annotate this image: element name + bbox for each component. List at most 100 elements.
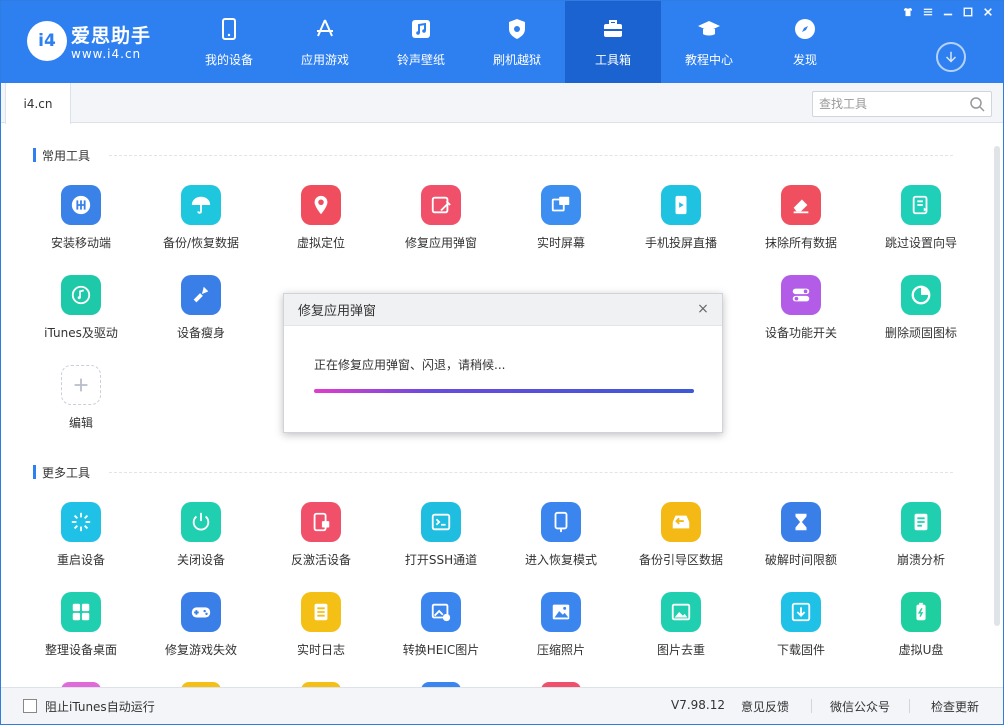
- nav-apps[interactable]: 应用游戏: [277, 1, 373, 83]
- nav-toolbox[interactable]: 工具箱: [565, 1, 661, 83]
- tool-fix-game[interactable]: 修复游戏失效: [141, 592, 261, 658]
- tool-feature-toggles[interactable]: 设备功能开关: [741, 275, 861, 341]
- tool-virtual-location[interactable]: 虚拟定位: [261, 185, 381, 251]
- nav-label: 教程中心: [684, 53, 733, 67]
- tool-remove-stubborn-icons[interactable]: 删除顽固图标: [861, 275, 981, 341]
- pie-chart-icon: [901, 275, 941, 315]
- section-more-tools: 更多工具: [33, 464, 90, 480]
- tool-device-slim[interactable]: 设备瘦身: [141, 275, 261, 341]
- top-header: i4 爱思助手 www.i4.cn 我的设备 应用游戏 铃声壁纸 刷机越狱 工具…: [1, 1, 1003, 83]
- tab-bar: i4.cn: [1, 83, 1003, 124]
- repair-popup-dialog: 修复应用弹窗 × 正在修复应用弹窗、闪退，请稍候...: [283, 293, 723, 433]
- check-update-link[interactable]: 检查更新: [931, 698, 979, 715]
- tool-label: 压缩照片: [536, 643, 585, 657]
- tool-deactivate[interactable]: 反激活设备: [261, 502, 381, 568]
- tool-label: 虚拟定位: [296, 236, 345, 250]
- tool-dedupe-images[interactable]: 图片去重: [621, 592, 741, 658]
- wechat-link[interactable]: 微信公众号: [830, 698, 890, 715]
- tool-screen-time[interactable]: 破解时间限额: [741, 502, 861, 568]
- search-icon[interactable]: [969, 96, 985, 112]
- tool-realtime-screen[interactable]: 实时屏幕: [501, 185, 621, 251]
- toggle-switch-icon: [781, 275, 821, 315]
- tshirt-icon[interactable]: [899, 5, 917, 19]
- nav-flash[interactable]: 刷机越狱: [469, 1, 565, 83]
- nav-my-device[interactable]: 我的设备: [181, 1, 277, 83]
- tool-download-firmware[interactable]: 下载固件: [741, 592, 861, 658]
- tool-label: 备份引导区数据: [638, 553, 723, 567]
- log-icon: [301, 592, 341, 632]
- tool-label: 重启设备: [56, 553, 105, 567]
- tool-recovery-mode[interactable]: 进入恢复模式: [501, 502, 621, 568]
- tool-label: 转换HEIC图片: [402, 643, 480, 657]
- tool-install-mobile[interactable]: 安装移动端: [21, 185, 141, 251]
- dedupe-image-icon: [661, 592, 701, 632]
- tool-label: 进入恢复模式: [524, 553, 597, 567]
- nav-tutorials[interactable]: 教程中心: [661, 1, 757, 83]
- repair-app-icon: [421, 185, 461, 225]
- tool-organize-desktop[interactable]: 整理设备桌面: [21, 592, 141, 658]
- tool-label: 手机投屏直播: [644, 236, 717, 250]
- compress-photo-icon: [541, 592, 581, 632]
- progress-fill: [314, 389, 694, 393]
- graduation-cap-icon: [698, 21, 720, 36]
- broom-icon: [181, 275, 221, 315]
- i4-app-icon: [61, 185, 101, 225]
- umbrella-icon: [181, 185, 221, 225]
- toolbox-icon: [604, 20, 622, 37]
- nav-discover[interactable]: 发现: [757, 1, 853, 83]
- plus-icon: [61, 365, 101, 405]
- tool-skip-setup[interactable]: 跳过设置向导: [861, 185, 981, 251]
- tool-edit[interactable]: 编辑: [21, 365, 141, 431]
- tool-phone-cast[interactable]: 手机投屏直播: [621, 185, 741, 251]
- screen-mirror-icon: [541, 185, 581, 225]
- section-title: 常用工具: [42, 148, 91, 163]
- tool-itunes-driver[interactable]: iTunes及驱动: [21, 275, 141, 341]
- feedback-link[interactable]: 意见反馈: [741, 698, 789, 715]
- tab-i4cn[interactable]: i4.cn: [5, 83, 71, 124]
- search-input[interactable]: [813, 92, 963, 116]
- vertical-scrollbar[interactable]: [994, 146, 1000, 626]
- tool-label: 抹除所有数据: [764, 236, 837, 250]
- tool-restart[interactable]: 重启设备: [21, 502, 141, 568]
- maximize-icon[interactable]: [959, 5, 977, 19]
- tool-label: 虚拟U盘: [898, 643, 944, 657]
- backup-boot-icon: [661, 502, 701, 542]
- shield-icon: [509, 19, 525, 39]
- tool-label: 实时屏幕: [536, 236, 585, 250]
- tool-ssh[interactable]: 打开SSH通道: [381, 502, 501, 568]
- tool-fix-app-popup[interactable]: 修复应用弹窗: [381, 185, 501, 251]
- restart-icon: [61, 502, 101, 542]
- tool-shutdown[interactable]: 关闭设备: [141, 502, 261, 568]
- tool-crash-analysis[interactable]: 崩溃分析: [861, 502, 981, 568]
- block-itunes-label[interactable]: 阻止iTunes自动运行: [45, 698, 155, 715]
- power-icon: [181, 502, 221, 542]
- brand-name: 爱思助手: [71, 25, 152, 47]
- tool-virtual-udisk[interactable]: 虚拟U盘: [861, 592, 981, 658]
- tool-label: 图片去重: [656, 643, 705, 657]
- minimize-icon[interactable]: [939, 5, 957, 19]
- app-window: i4 爱思助手 www.i4.cn 我的设备 应用游戏 铃声壁纸 刷机越狱 工具…: [0, 0, 1004, 725]
- block-itunes-checkbox[interactable]: [23, 699, 37, 713]
- itunes-icon: [61, 275, 101, 315]
- tool-compress-photo[interactable]: 压缩照片: [501, 592, 621, 658]
- tool-backup-restore[interactable]: 备份/恢复数据: [141, 185, 261, 251]
- phone-cast-icon: [661, 185, 701, 225]
- close-icon[interactable]: [979, 5, 997, 19]
- tool-label: iTunes及驱动: [44, 326, 118, 340]
- nav-label: 发现: [792, 53, 817, 67]
- i4-logo-icon: i4: [27, 21, 67, 61]
- status-footer: 阻止iTunes自动运行 V7.98.12 意见反馈 微信公众号 检查更新: [1, 687, 1003, 724]
- nav-label: 我的设备: [204, 53, 253, 67]
- tool-backup-boot[interactable]: 备份引导区数据: [621, 502, 741, 568]
- tool-label: 设备瘦身: [176, 326, 225, 340]
- tool-realtime-log[interactable]: 实时日志: [261, 592, 381, 658]
- tool-convert-heic[interactable]: 转换HEIC图片: [381, 592, 501, 658]
- tool-erase-all[interactable]: 抹除所有数据: [741, 185, 861, 251]
- menu-icon[interactable]: [919, 5, 937, 19]
- nav-label: 应用游戏: [300, 53, 349, 67]
- download-manager-icon[interactable]: [936, 42, 966, 72]
- nav-ringtones[interactable]: 铃声壁纸: [373, 1, 469, 83]
- close-icon[interactable]: ×: [696, 302, 710, 316]
- compass-icon: [795, 19, 815, 39]
- grid-icon: [61, 592, 101, 632]
